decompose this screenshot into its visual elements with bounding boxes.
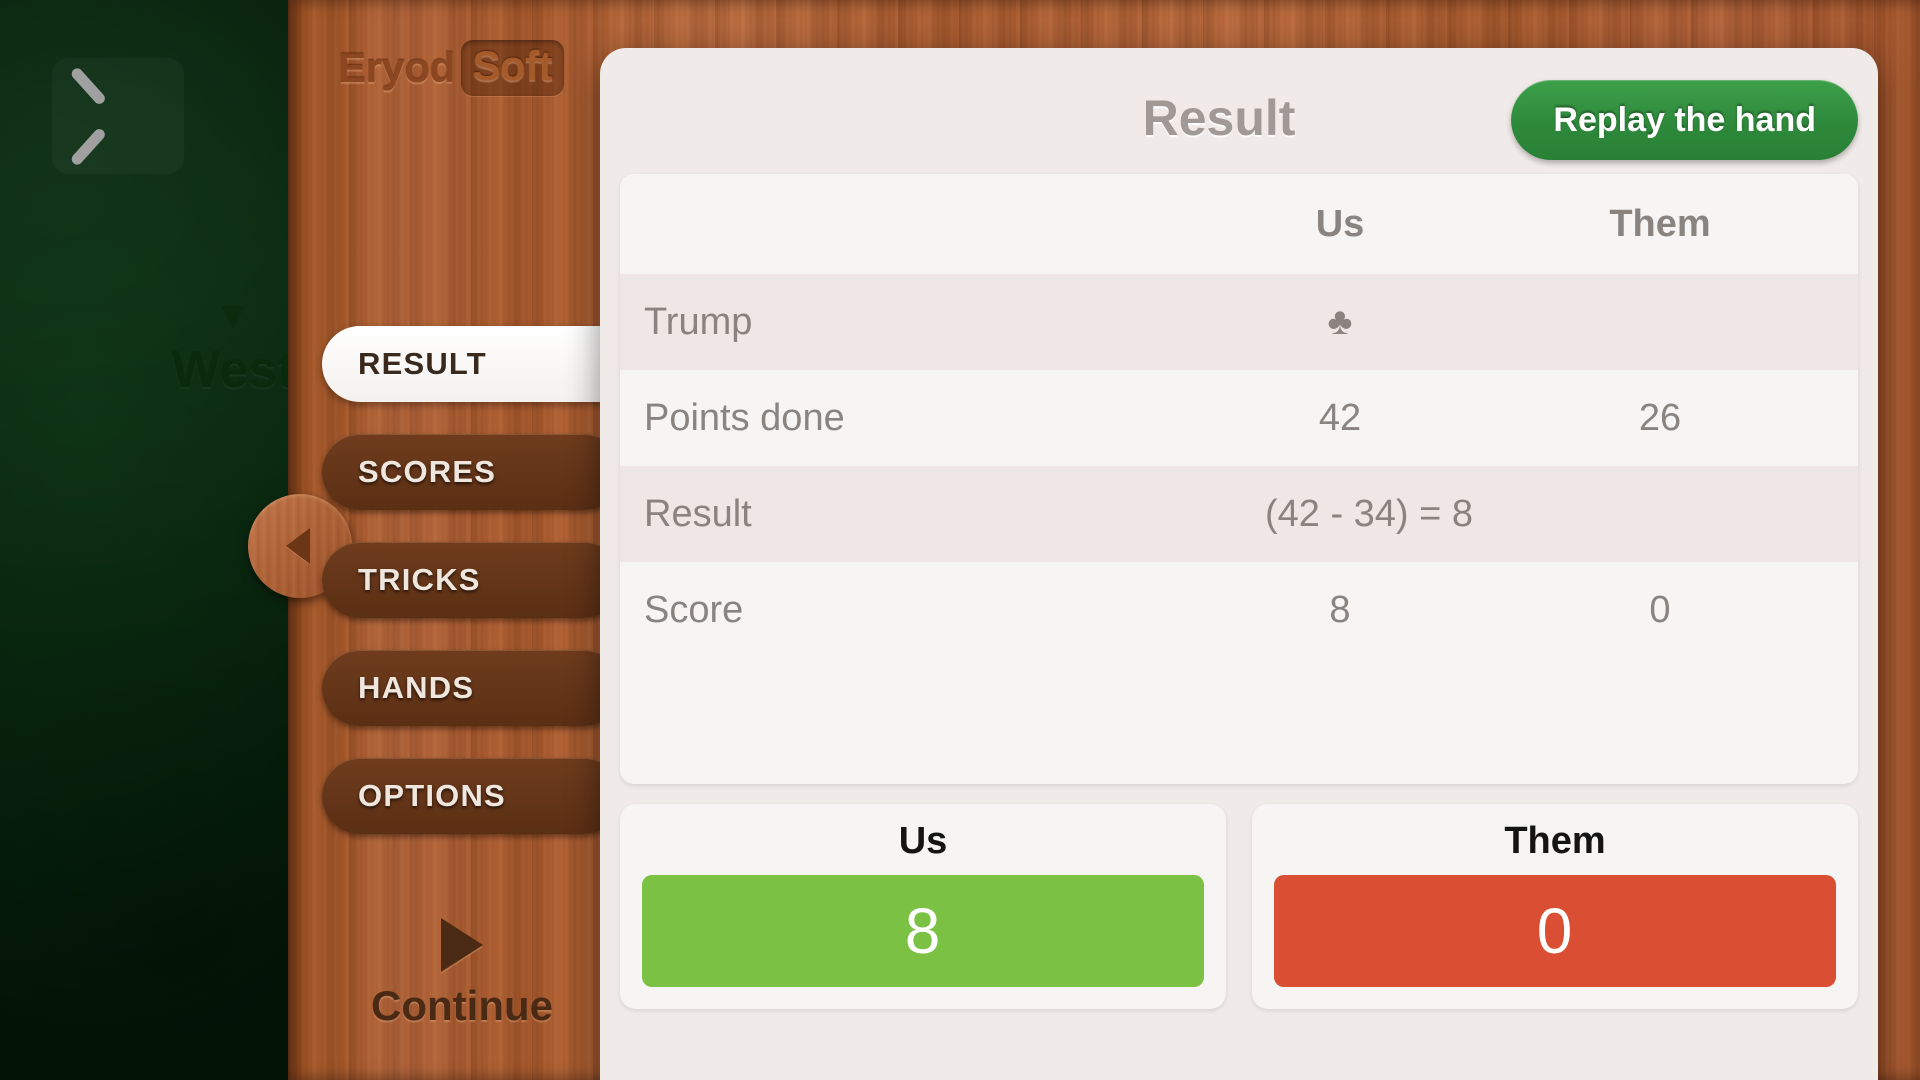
row-value-us: 8 [1329, 588, 1351, 631]
row-value-them: 0 [1649, 588, 1671, 631]
table-row: Trump ♣ [620, 274, 1858, 370]
sidebar-tabs: RESULT SCORES TRICKS HANDS OPTIONS [322, 326, 642, 866]
seat-label-west: West [171, 341, 292, 399]
table-header-them: Them [1609, 202, 1711, 245]
back-button[interactable] [52, 58, 184, 174]
result-dialog: Result Replay the hand Us Them Trump ♣ P… [600, 48, 1878, 1080]
dialog-header: Result Replay the hand [620, 62, 1858, 174]
app-logo: Eryod Soft [338, 40, 565, 96]
table-row: Points done 42 26 [620, 370, 1858, 466]
row-label-points-done: Points done [644, 396, 845, 439]
table-header-row: Us Them [620, 174, 1858, 274]
logo-text-eryod: Eryod [338, 44, 455, 91]
replay-the-hand-button[interactable]: Replay the hand [1511, 80, 1858, 160]
logo-text-soft: Soft [472, 42, 553, 89]
row-value-them: 26 [1638, 396, 1682, 439]
sidebar-item-label: TRICKS [358, 562, 481, 597]
triangle-left-icon [286, 528, 310, 564]
sidebar-item-label: HANDS [358, 670, 475, 705]
continue-button[interactable]: Continue [322, 918, 602, 1030]
row-label-trump: Trump [644, 300, 753, 343]
score-card-us: Us 8 [620, 804, 1226, 1009]
row-label-score: Score [644, 588, 744, 631]
seat-turn-marker-icon: ▼ [213, 294, 253, 338]
logo-soft-badge: Soft [460, 40, 565, 96]
sidebar-item-tricks[interactable]: TRICKS [322, 542, 622, 618]
page-title: Result [1142, 90, 1296, 146]
row-label-result: Result [644, 492, 752, 535]
continue-label: Continue [371, 982, 553, 1029]
sidebar-item-scores[interactable]: SCORES [322, 434, 622, 510]
row-value-us: 42 [1318, 396, 1362, 439]
table-row: Result (42 - 34) = 8 [620, 466, 1858, 562]
sidebar-item-label: OPTIONS [358, 778, 506, 813]
score-card-team-label: Them [1504, 820, 1606, 862]
club-suit-icon: ♣ [1327, 301, 1353, 343]
result-table: Us Them Trump ♣ Points done 42 26 Result… [620, 174, 1858, 784]
score-card-value: 8 [642, 875, 1204, 987]
table-row: Score 8 0 [620, 562, 1858, 658]
score-card-them: Them 0 [1252, 804, 1858, 1009]
chevron-left-icon [95, 79, 141, 153]
sidebar-item-hands[interactable]: HANDS [322, 650, 622, 726]
table-header-us: Us [1315, 202, 1365, 245]
score-card-team-label: Us [898, 820, 948, 862]
score-summary: Us 8 Them 0 [620, 804, 1858, 1009]
score-card-value: 0 [1274, 875, 1836, 987]
sidebar-item-result[interactable]: RESULT [322, 326, 642, 402]
play-triangle-icon [441, 918, 483, 972]
row-value-result-formula: (42 - 34) = 8 [1264, 492, 1474, 535]
app-root: ▼ West Eryod Soft RESULT SCORES TRICKS H… [0, 0, 1920, 1080]
sidebar-item-options[interactable]: OPTIONS [322, 758, 622, 834]
sidebar-item-label: RESULT [358, 346, 487, 381]
sidebar-item-label: SCORES [358, 454, 497, 489]
